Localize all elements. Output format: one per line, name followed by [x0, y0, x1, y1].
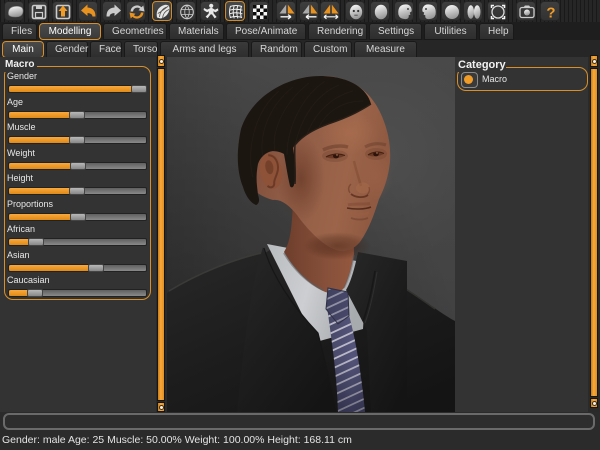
svg-text:?: ? [546, 5, 555, 22]
